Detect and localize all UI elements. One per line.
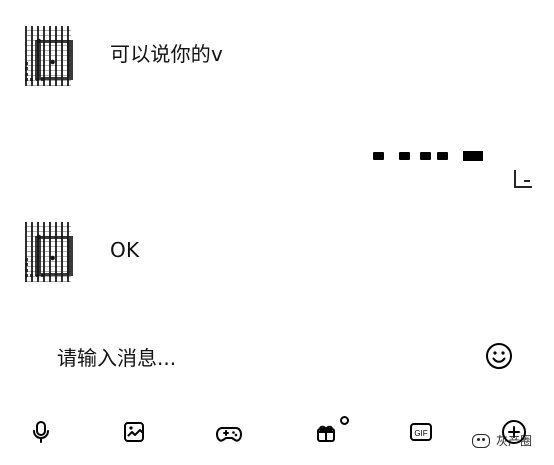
gift-icon xyxy=(313,419,339,445)
emoji-button[interactable] xyxy=(482,339,516,373)
gif-button[interactable]: GIF xyxy=(404,415,438,449)
message-text: 可以说你的v xyxy=(110,42,224,66)
gif-icon: GIF xyxy=(407,419,435,445)
bottom-toolbar: GIF xyxy=(0,405,554,465)
status-dot xyxy=(437,152,448,160)
game-button[interactable] xyxy=(212,415,246,449)
status-dot xyxy=(373,152,384,160)
message-corner-icon xyxy=(514,170,532,188)
watermark-icon xyxy=(471,433,490,448)
watermark-text: 灰产圈 xyxy=(495,434,532,448)
smile-icon xyxy=(485,342,513,370)
message-composer: 请输入消息... xyxy=(0,330,554,382)
game-controller-icon xyxy=(215,419,243,445)
microphone-icon xyxy=(28,419,54,445)
message-input-placeholder[interactable]: 请输入消息... xyxy=(57,342,176,371)
chat-screen: 可以说你的v OK 请输入消息... GIF 灰产圈 xyxy=(0,0,554,465)
gif-label: GIF xyxy=(414,429,427,438)
image-icon xyxy=(121,419,147,445)
gift-button[interactable] xyxy=(309,415,343,449)
outgoing-message-indicator xyxy=(373,149,489,163)
gift-badge xyxy=(340,416,349,425)
avatar[interactable] xyxy=(25,26,73,86)
image-button[interactable] xyxy=(117,415,151,449)
voice-button[interactable] xyxy=(24,415,58,449)
status-dot xyxy=(420,152,431,160)
status-dot xyxy=(399,152,410,160)
status-bar xyxy=(463,151,483,161)
watermark: 灰产圈 xyxy=(471,432,532,449)
message-text: OK xyxy=(110,238,140,262)
avatar[interactable] xyxy=(25,222,73,282)
